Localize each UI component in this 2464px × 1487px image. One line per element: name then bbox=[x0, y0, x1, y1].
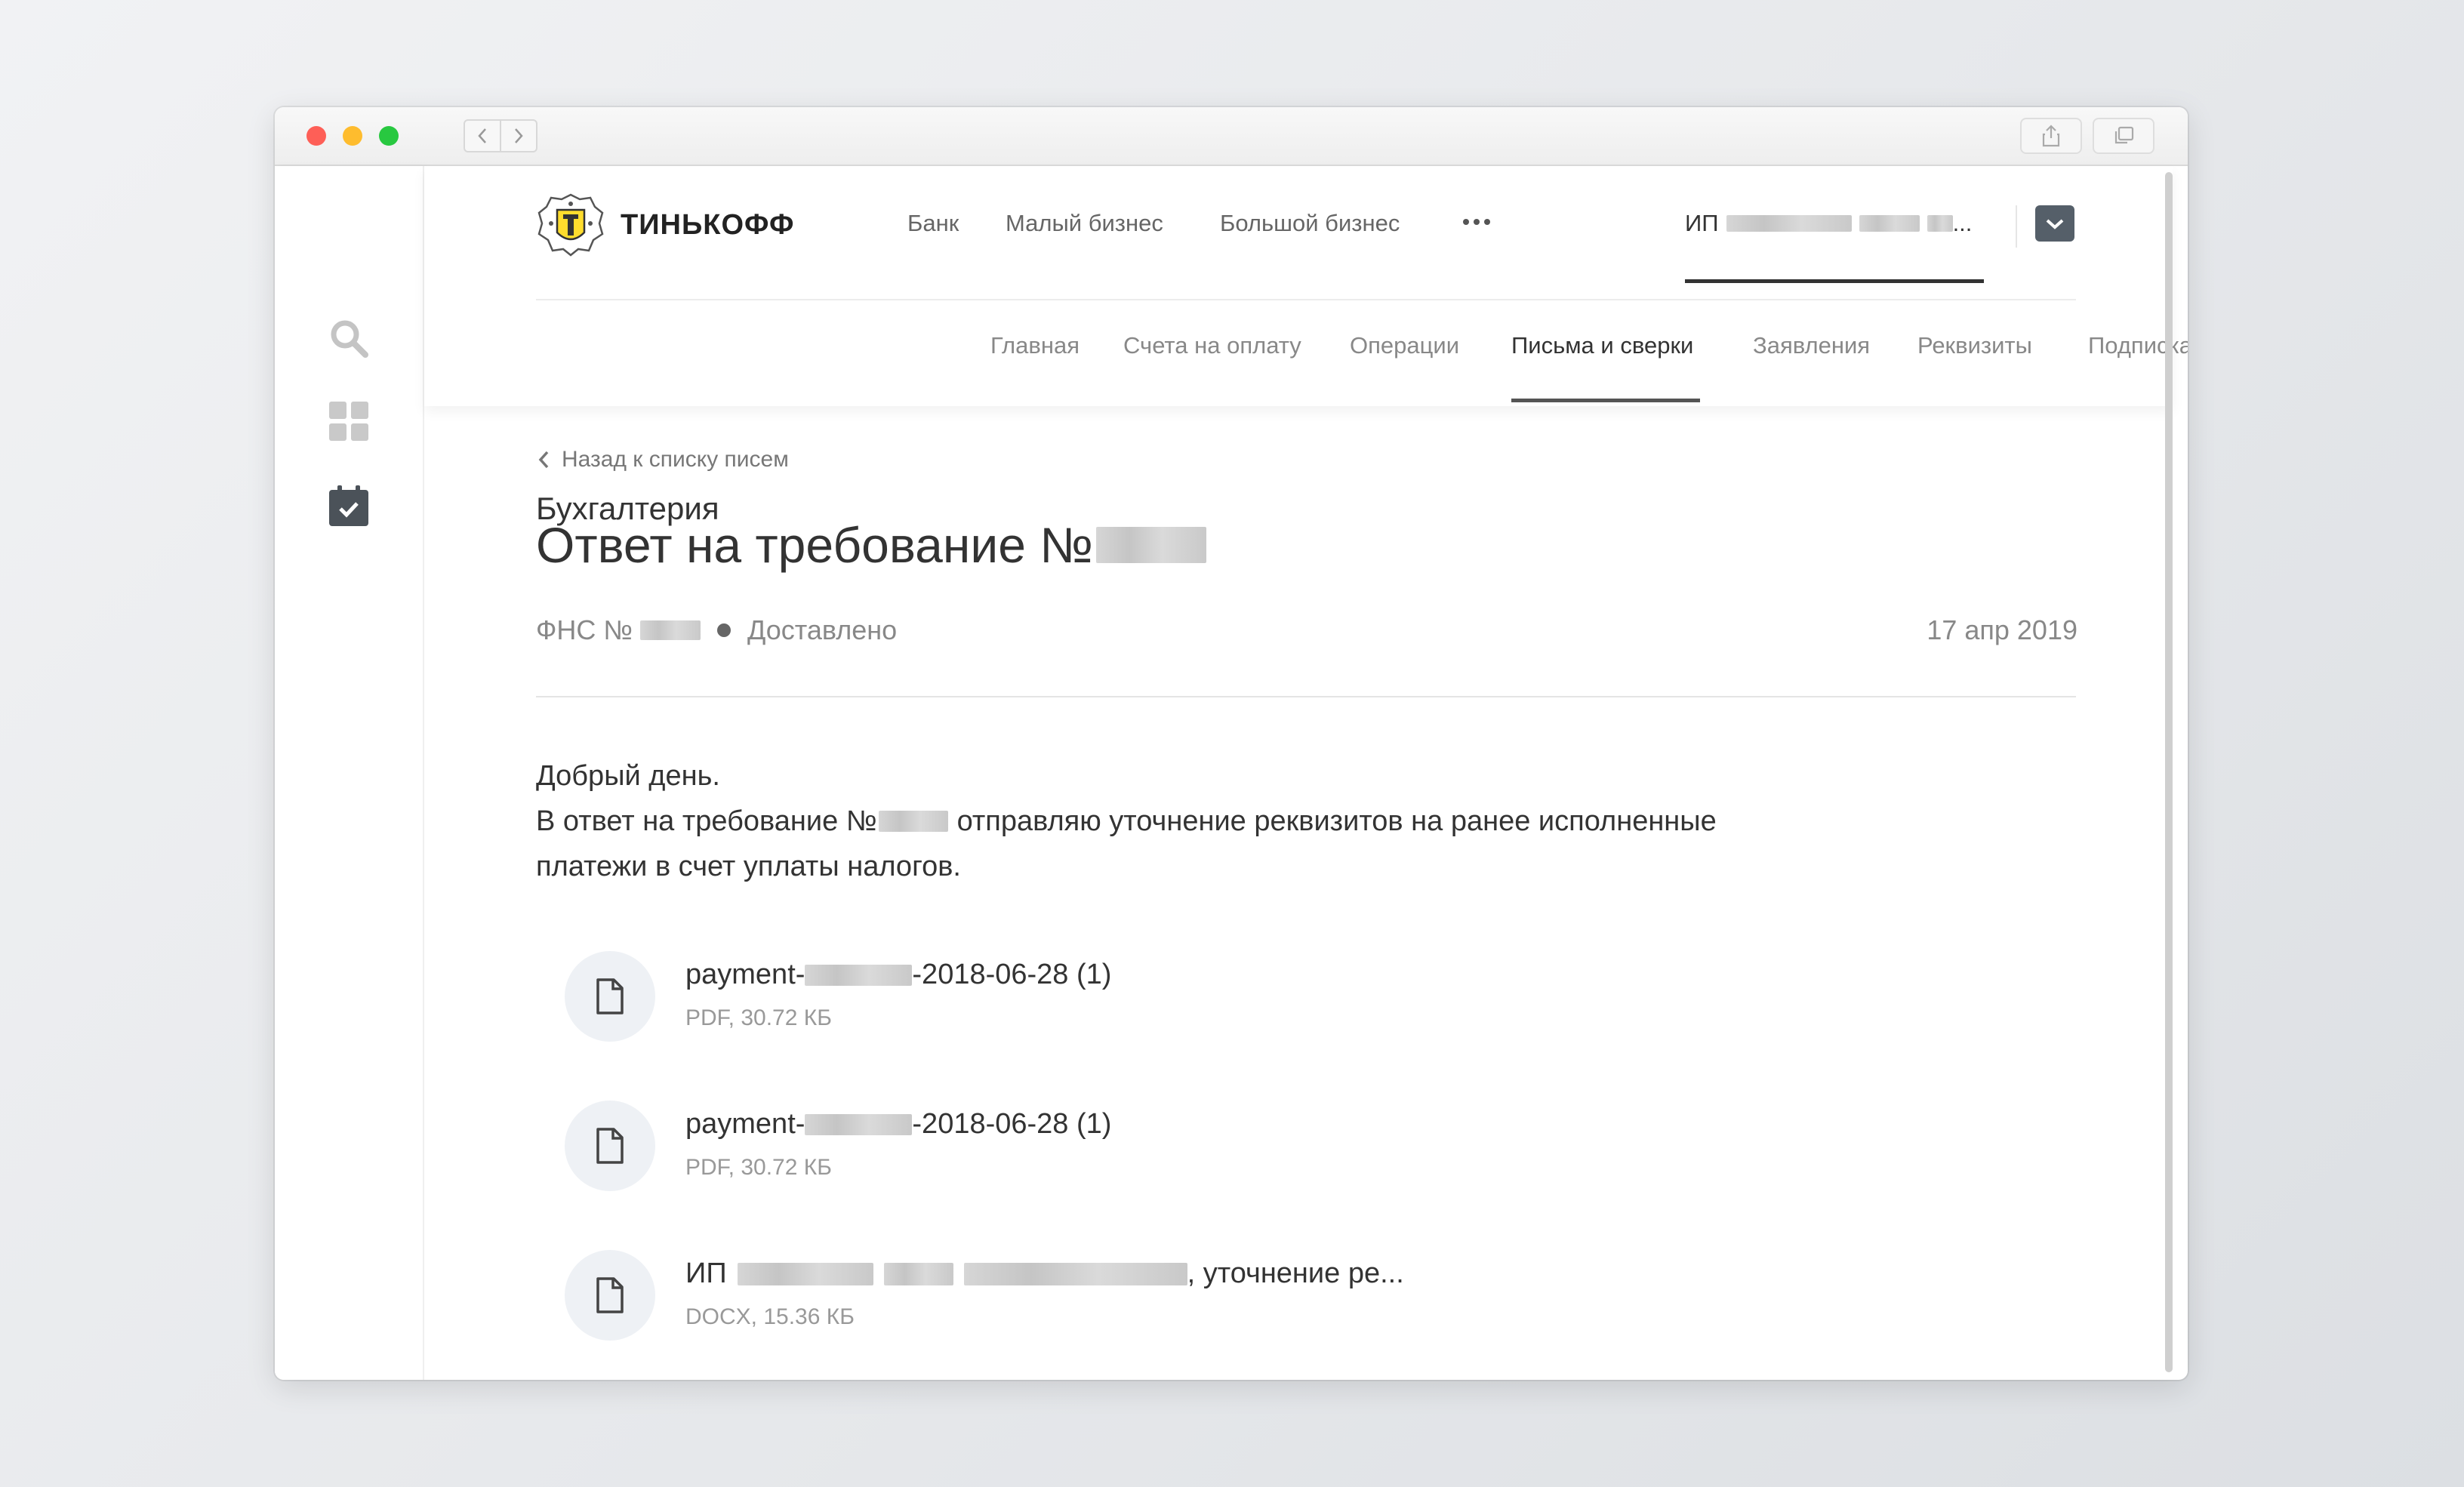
letter-meta: ФНС № Доставлено bbox=[536, 614, 897, 646]
attachment-item[interactable]: payment- -2018-06-28 (1) PDF, 30.72 КБ bbox=[565, 1101, 1471, 1191]
redacted-text bbox=[878, 811, 948, 832]
attachment-info: DOCX, 15.36 КБ bbox=[685, 1304, 855, 1329]
redacted-text bbox=[805, 1113, 913, 1135]
file-icon bbox=[596, 1277, 624, 1313]
tabs-icon bbox=[2114, 126, 2134, 144]
grid-icon bbox=[329, 402, 368, 441]
page-title: Ответ на требование № bbox=[536, 516, 1207, 574]
file-icon bbox=[596, 978, 624, 1014]
status-dot-icon bbox=[717, 623, 731, 637]
browser-back-button[interactable] bbox=[464, 119, 501, 152]
recipient-label: ФНС № bbox=[536, 614, 633, 645]
attachment-name-suffix: -2018-06-28 (1) bbox=[912, 1108, 1112, 1140]
redacted-text bbox=[640, 620, 701, 640]
chevron-right-icon bbox=[515, 128, 523, 143]
back-to-letters-link[interactable]: Назад к списку писем bbox=[536, 447, 789, 473]
minimize-window-button[interactable] bbox=[343, 126, 362, 146]
sidebar-dashboard[interactable] bbox=[328, 400, 370, 442]
attachment-item[interactable]: ИП , уточнение ре... DOCX, 15.36 КБ bbox=[565, 1250, 1471, 1341]
attachment-name-suffix: -2018-06-28 (1) bbox=[912, 959, 1112, 990]
redacted-text bbox=[883, 1262, 953, 1285]
body-line-2-prefix: В ответ на требование № bbox=[536, 805, 877, 837]
maximize-window-button[interactable] bbox=[379, 126, 399, 146]
attachment-name-prefix: payment- bbox=[685, 959, 805, 990]
attachment-name: ИП , уточнение ре... bbox=[685, 1258, 1404, 1290]
body-line-2-suffix: отправляю уточнение реквизитов на ранее … bbox=[956, 805, 1717, 837]
share-button[interactable] bbox=[2020, 118, 2082, 154]
redacted-text bbox=[1096, 527, 1207, 563]
file-icon bbox=[596, 1128, 624, 1164]
chevron-left-icon bbox=[478, 128, 486, 143]
sidebar-search[interactable] bbox=[328, 317, 370, 359]
letter-body: Добрый день. В ответ на требование № отп… bbox=[536, 753, 1717, 889]
attachment-name: payment- -2018-06-28 (1) bbox=[685, 1108, 1111, 1141]
attachment-info: PDF, 30.72 КБ bbox=[685, 1005, 832, 1030]
page-title-text: Ответ на требование № bbox=[536, 517, 1094, 573]
redacted-text bbox=[805, 964, 913, 986]
close-window-button[interactable] bbox=[306, 126, 326, 146]
attachment-name-suffix: , уточнение ре... bbox=[1187, 1258, 1404, 1289]
letter-date: 17 апр 2019 bbox=[1927, 614, 2077, 645]
chevron-left-icon bbox=[538, 451, 549, 469]
body-line-2: В ответ на требование № отправляю уточне… bbox=[536, 799, 1717, 844]
attachment-icon-circle bbox=[565, 1250, 655, 1341]
redacted-text bbox=[963, 1262, 1187, 1285]
redacted-text bbox=[737, 1262, 873, 1285]
body-line-3: платежи в счет уплаты налогов. bbox=[536, 851, 961, 882]
status-badge: Доставлено bbox=[747, 614, 898, 645]
sidebar-accounting[interactable] bbox=[328, 485, 370, 527]
attachment-name-prefix: payment- bbox=[685, 1108, 805, 1140]
browser-forward-button[interactable] bbox=[500, 119, 537, 152]
share-icon bbox=[2042, 125, 2060, 147]
content-divider bbox=[536, 696, 2076, 697]
attachment-info: PDF, 30.72 КБ bbox=[685, 1155, 832, 1180]
attachment-name-prefix: ИП bbox=[685, 1258, 727, 1289]
attachment-item[interactable]: payment- -2018-06-28 (1) PDF, 30.72 КБ bbox=[565, 951, 1471, 1042]
search-icon bbox=[331, 320, 368, 358]
show-tabs-button[interactable] bbox=[2093, 118, 2154, 154]
attachment-icon-circle bbox=[565, 1101, 655, 1191]
scrollbar[interactable] bbox=[2165, 172, 2173, 1372]
calendar-check-icon bbox=[329, 485, 368, 526]
app-sidebar bbox=[275, 166, 424, 1380]
attachment-name: payment- -2018-06-28 (1) bbox=[685, 959, 1111, 991]
back-link-label: Назад к списку писем bbox=[562, 447, 789, 472]
letter-view: Назад к списку писем Ответ на требование… bbox=[424, 166, 2173, 1380]
active-tab-underline bbox=[1511, 399, 1700, 402]
attachment-icon-circle bbox=[565, 951, 655, 1042]
title-bar bbox=[275, 107, 2188, 166]
greeting-line: Добрый день. bbox=[536, 760, 720, 792]
